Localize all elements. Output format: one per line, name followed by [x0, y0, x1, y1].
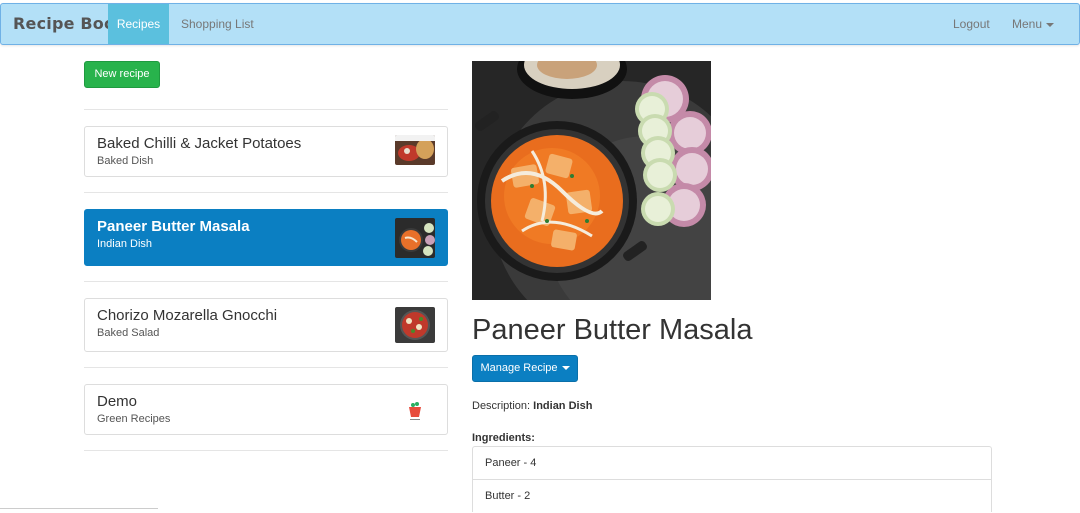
caret-down-icon	[561, 366, 570, 371]
recipe-description: Baked Salad	[97, 327, 160, 339]
recipe-thumbnail	[395, 307, 435, 343]
recipe-name: Chorizo Mozarella Gnocchi	[97, 307, 278, 324]
description-value: Indian Dish	[533, 400, 593, 412]
recipe-item[interactable]: Demo Green Recipes	[84, 384, 448, 435]
new-recipe-button[interactable]: New recipe	[84, 61, 160, 88]
ingredient-item[interactable]: Butter - 2	[472, 479, 992, 512]
recipe-name: Baked Chilli & Jacket Potatoes	[97, 135, 302, 152]
caret-down-icon	[1046, 22, 1055, 27]
menu-label: Menu	[1012, 17, 1043, 31]
recipe-thumbnail	[395, 395, 435, 425]
ingredient-item[interactable]: Paneer - 4	[472, 446, 992, 479]
divider	[84, 281, 448, 282]
manage-recipe-label: Manage Recipe	[480, 362, 558, 374]
divider	[0, 508, 158, 509]
description-line: Description: Indian Dish	[472, 400, 592, 412]
recipe-name: Demo	[97, 393, 138, 410]
divider	[84, 109, 448, 110]
logout-link[interactable]: Logout	[941, 4, 1002, 44]
nav-recipes[interactable]: Recipes	[108, 4, 169, 44]
recipe-thumbnail	[395, 135, 435, 165]
recipe-thumbnail	[395, 218, 435, 258]
recipe-item-active[interactable]: Paneer Butter Masala Indian Dish	[84, 209, 448, 266]
divider	[84, 192, 448, 193]
recipe-description: Indian Dish	[97, 238, 153, 250]
ingredients-list: Paneer - 4 Butter - 2	[472, 446, 992, 512]
recipe-description: Green Recipes	[97, 413, 171, 425]
recipe-name: Paneer Butter Masala	[97, 218, 250, 235]
nav-shopping-list[interactable]: Shopping List	[169, 4, 266, 44]
ingredients-label: Ingredients:	[472, 432, 535, 444]
recipe-description: Baked Dish	[97, 155, 154, 167]
description-label: Description:	[472, 400, 531, 412]
divider	[84, 450, 448, 451]
recipe-item[interactable]: Chorizo Mozarella Gnocchi Baked Salad	[84, 298, 448, 352]
divider	[84, 367, 448, 368]
recipe-image	[472, 61, 711, 300]
recipe-title: Paneer Butter Masala	[472, 314, 753, 346]
menu-dropdown[interactable]: Menu	[1000, 4, 1066, 44]
manage-recipe-button[interactable]: Manage Recipe	[472, 355, 578, 382]
navbar: Recipe Book Recipes Shopping List Logout…	[0, 3, 1080, 45]
recipe-item[interactable]: Baked Chilli & Jacket Potatoes Baked Dis…	[84, 126, 448, 177]
